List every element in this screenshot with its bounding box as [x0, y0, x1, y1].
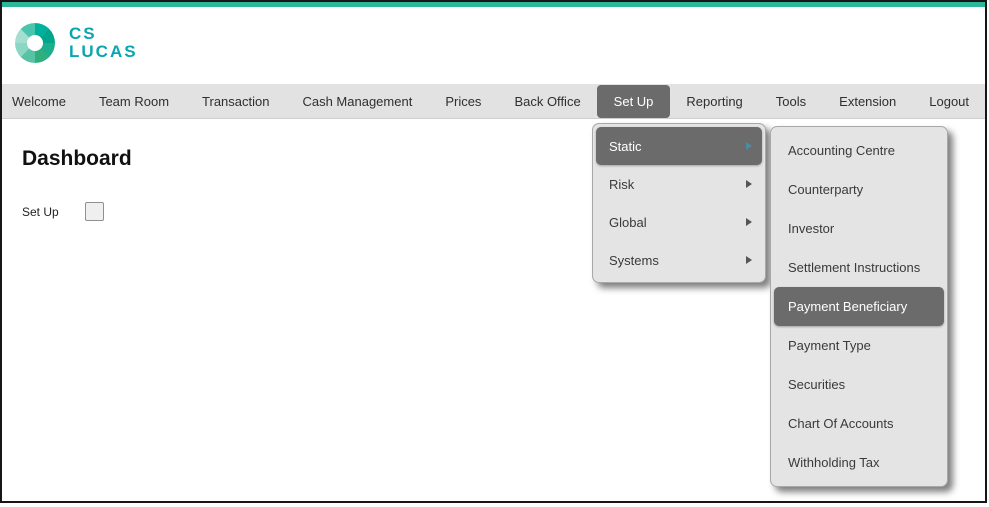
nav-item-back-office[interactable]: Back Office	[514, 94, 580, 109]
menu-item-label: Global	[609, 215, 647, 230]
menu-item-risk[interactable]: Risk	[596, 165, 762, 203]
setup-label: Set Up	[22, 205, 59, 219]
submenu-item-investor[interactable]: Investor	[774, 209, 944, 248]
nav-item-transaction[interactable]: Transaction	[202, 94, 269, 109]
submenu-item-counterparty[interactable]: Counterparty	[774, 170, 944, 209]
submenu-item-payment-type[interactable]: Payment Type	[774, 326, 944, 365]
logo-line2: LUCAS	[69, 43, 138, 61]
logo-donut-icon	[15, 23, 55, 63]
nav-item-prices[interactable]: Prices	[445, 94, 481, 109]
nav-item-tools[interactable]: Tools	[776, 94, 806, 109]
submenu-item-label: Counterparty	[788, 182, 863, 197]
submenu-item-securities[interactable]: Securities	[774, 365, 944, 404]
submenu-item-label: Payment Beneficiary	[788, 299, 907, 314]
cs-lucas-logo[interactable]: CS LUCAS	[15, 23, 138, 63]
submenu-item-chart-of-accounts[interactable]: Chart Of Accounts	[774, 404, 944, 443]
main-nav: Welcome Team Room Transaction Cash Manag…	[2, 84, 985, 119]
nav-item-set-up[interactable]: Set Up	[597, 85, 671, 118]
submenu-item-accounting-centre[interactable]: Accounting Centre	[774, 131, 944, 170]
submenu-arrow-icon	[746, 142, 752, 150]
submenu-arrow-icon	[746, 256, 752, 264]
menu-item-static[interactable]: Static	[596, 127, 762, 165]
setup-checkbox[interactable]	[85, 202, 104, 221]
submenu-item-payment-beneficiary[interactable]: Payment Beneficiary	[774, 287, 944, 326]
nav-item-team-room[interactable]: Team Room	[99, 94, 169, 109]
setup-dropdown-menu: Static Risk Global Systems	[592, 123, 766, 283]
menu-item-global[interactable]: Global	[596, 203, 762, 241]
nav-item-cash-management[interactable]: Cash Management	[302, 94, 412, 109]
header: CS LUCAS	[2, 7, 985, 84]
nav-item-reporting[interactable]: Reporting	[686, 94, 742, 109]
submenu-item-label: Chart Of Accounts	[788, 416, 894, 431]
menu-item-systems[interactable]: Systems	[596, 241, 762, 279]
menu-item-label: Risk	[609, 177, 634, 192]
submenu-item-settlement-instructions[interactable]: Settlement Instructions	[774, 248, 944, 287]
submenu-arrow-icon	[746, 180, 752, 188]
submenu-item-label: Payment Type	[788, 338, 871, 353]
menu-item-label: Systems	[609, 253, 659, 268]
submenu-item-label: Accounting Centre	[788, 143, 895, 158]
logo-line1: CS	[69, 25, 138, 43]
nav-item-extension[interactable]: Extension	[839, 94, 896, 109]
nav-item-welcome[interactable]: Welcome	[12, 94, 66, 109]
submenu-arrow-icon	[746, 218, 752, 226]
menu-item-label: Static	[609, 139, 642, 154]
logo-text: CS LUCAS	[69, 25, 138, 61]
submenu-item-label: Securities	[788, 377, 845, 392]
nav-item-logout[interactable]: Logout	[929, 94, 969, 109]
submenu-item-label: Settlement Instructions	[788, 260, 920, 275]
submenu-item-label: Investor	[788, 221, 834, 236]
static-submenu: Accounting Centre Counterparty Investor …	[770, 126, 948, 487]
submenu-item-withholding-tax[interactable]: Withholding Tax	[774, 443, 944, 482]
submenu-item-label: Withholding Tax	[788, 455, 880, 470]
